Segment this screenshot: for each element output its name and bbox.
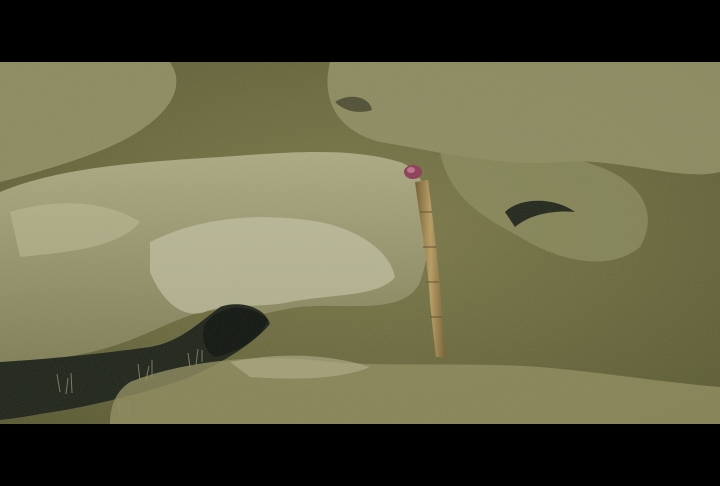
letterbox-bottom — [0, 424, 720, 486]
video-frame — [0, 0, 720, 486]
letterbox-top — [0, 0, 720, 62]
rock-texture — [0, 62, 720, 424]
seafloor-scene — [0, 62, 720, 424]
